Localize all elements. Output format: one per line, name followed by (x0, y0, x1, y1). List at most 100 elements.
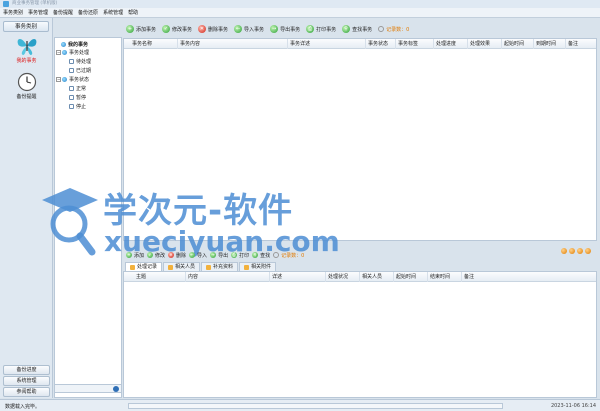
tab-records[interactable]: 处理记录 (125, 262, 163, 271)
menu-item-help[interactable]: 帮助 (128, 9, 138, 16)
status-message: 数据载入完毕。 (5, 404, 41, 410)
tree-group-processing[interactable]: − 事务处理 (56, 49, 89, 56)
tree-search-bar[interactable] (54, 384, 122, 393)
butterfly-icon (17, 39, 36, 55)
menu-item-affairs[interactable]: 事务管理 (28, 9, 48, 16)
panel-control-icon[interactable] (569, 248, 575, 254)
add-button[interactable]: + 添加 (126, 252, 144, 259)
column-header[interactable]: 事务名称 (132, 39, 178, 49)
nav-tile-label: 备份提醒 (16, 94, 37, 100)
import-affair-button[interactable]: ← 导入事务 (234, 25, 264, 33)
column-header[interactable]: 处理效果 (470, 39, 502, 49)
clock-icon (17, 72, 36, 92)
import-button[interactable]: ← 导入 (189, 252, 207, 259)
grid-header: 事务名称 事务内容 事务详述 事务状态 事务标签 处理进度 处理效果 起始时间 … (124, 39, 596, 49)
window-title: 商业事务管理 (单机版) (12, 1, 58, 6)
record-count: 记录数：0 (378, 26, 409, 33)
export-affair-button[interactable]: → 导出事务 (270, 25, 300, 33)
nav-tile-my-affairs[interactable]: 我的事务 (3, 36, 50, 68)
find-affair-button[interactable]: ⚲ 查找事务 (342, 25, 372, 33)
column-header[interactable]: 事务内容 (180, 39, 288, 49)
column-header[interactable]: 主题 (136, 272, 186, 282)
detail-toolbar: + 添加 ✓ 修改 ✕ 删除 ← 导入 → 导出 ⎙ 打印 ⚲ 查找 记录数：0 (123, 250, 304, 260)
column-header[interactable]: 详述 (272, 272, 326, 282)
delete-icon: ✕ (198, 25, 207, 33)
nav-tile-reminder[interactable]: 备份提醒 (3, 72, 50, 104)
help-button[interactable]: 参阅帮助 (3, 387, 50, 397)
records-icon (130, 264, 135, 270)
tab-attachments[interactable]: 相关附件 (239, 262, 277, 271)
print-icon: ⎙ (306, 25, 315, 33)
search-icon: ⚲ (342, 25, 351, 33)
column-header[interactable]: 备注 (464, 272, 594, 282)
import-icon: ← (189, 252, 196, 258)
delete-button[interactable]: ✕ 删除 (168, 252, 186, 259)
refresh-icon (273, 252, 280, 258)
tree-group-status[interactable]: − 事务状态 (56, 76, 89, 83)
collapse-icon[interactable]: − (56, 77, 61, 82)
detail-tabs: 处理记录 相关人员 补充资料 相关附件 (125, 262, 277, 271)
panel-control-icon[interactable] (577, 248, 583, 254)
tree-item-expired[interactable]: 已过期 (69, 67, 91, 74)
tree-item-pending[interactable]: 待处理 (69, 58, 91, 65)
find-button[interactable]: ⚲ 查找 (252, 252, 270, 259)
records-grid[interactable]: 主题 内容 详述 处理状况 相关人员 起始时间 结束时间 备注 (123, 271, 597, 398)
app-icon (3, 1, 9, 7)
delete-affair-button[interactable]: ✕ 删除事务 (198, 25, 228, 33)
status-progress (128, 403, 503, 409)
column-header[interactable]: 事务状态 (368, 39, 396, 49)
panel-control-icon[interactable] (585, 248, 591, 254)
document-icon (69, 68, 74, 73)
grid-header: 主题 内容 详述 处理状况 相关人员 起始时间 结束时间 备注 (124, 272, 596, 282)
column-header[interactable]: 起始时间 (396, 272, 428, 282)
tree-item-paused[interactable]: 暂停 (69, 94, 86, 101)
edit-affair-button[interactable]: ✓ 修改事务 (162, 25, 192, 33)
column-header[interactable]: 事务详述 (290, 39, 366, 49)
tab-supplement[interactable]: 补充资料 (201, 262, 239, 271)
menu-bar: 事务类别 事务管理 备份提醒 备份还原 系统管理 帮助 (0, 8, 600, 18)
system-manage-button[interactable]: 系统管理 (3, 376, 50, 386)
nav-header[interactable]: 事务类别 (3, 21, 49, 32)
column-header[interactable]: 结束时间 (430, 272, 462, 282)
sub-record-count: 记录数：0 (273, 252, 304, 259)
add-affair-button[interactable]: + 添加事务 (126, 25, 156, 33)
column-header[interactable]: 到期时间 (536, 39, 566, 49)
column-header[interactable]: 备注 (568, 39, 594, 49)
export-icon: → (270, 25, 279, 33)
tree-root[interactable]: 我的事务 (61, 41, 88, 48)
menu-item-reminder[interactable]: 备份提醒 (53, 9, 73, 16)
detail-panel: + 添加 ✓ 修改 ✕ 删除 ← 导入 → 导出 ⎙ 打印 ⚲ 查找 记录数：0 处理记录 相… (123, 244, 597, 398)
plus-icon: + (126, 252, 132, 258)
globe-icon (62, 50, 67, 55)
tree-item-normal[interactable]: 正常 (69, 85, 86, 92)
column-header[interactable]: 处理进度 (436, 39, 468, 49)
menu-item-system[interactable]: 系统管理 (103, 9, 123, 16)
menu-item-restore[interactable]: 备份还原 (78, 9, 98, 16)
export-icon: → (210, 252, 217, 258)
delete-icon: ✕ (168, 252, 175, 258)
column-header[interactable]: 事务标签 (398, 39, 434, 49)
globe-icon (62, 77, 67, 82)
collapse-icon[interactable]: − (56, 50, 61, 55)
column-header[interactable]: 起始时间 (504, 39, 534, 49)
tab-people[interactable]: 相关人员 (163, 262, 201, 271)
print-icon: ⎙ (231, 252, 238, 258)
column-header[interactable]: 处理状况 (328, 272, 360, 282)
document-icon (69, 59, 74, 64)
plus-icon: + (126, 25, 134, 33)
column-header[interactable]: 内容 (188, 272, 270, 282)
search-icon[interactable] (113, 386, 119, 392)
tree-item-stopped[interactable]: 停止 (69, 103, 86, 110)
supplement-icon (206, 264, 212, 270)
edit-button[interactable]: ✓ 修改 (147, 252, 165, 259)
backup-progress-button[interactable]: 备份进度 (3, 365, 50, 375)
document-icon (69, 86, 74, 91)
print-button[interactable]: ⎙ 打印 (231, 252, 249, 259)
panel-control-icon[interactable] (561, 248, 567, 254)
import-icon: ← (234, 25, 243, 33)
column-header[interactable]: 相关人员 (362, 272, 394, 282)
print-affair-button[interactable]: ⎙ 打印事务 (306, 25, 336, 33)
menu-item-category[interactable]: 事务类别 (3, 9, 23, 16)
nav-tile-label: 我的事务 (16, 58, 37, 64)
export-button[interactable]: → 导出 (210, 252, 228, 259)
